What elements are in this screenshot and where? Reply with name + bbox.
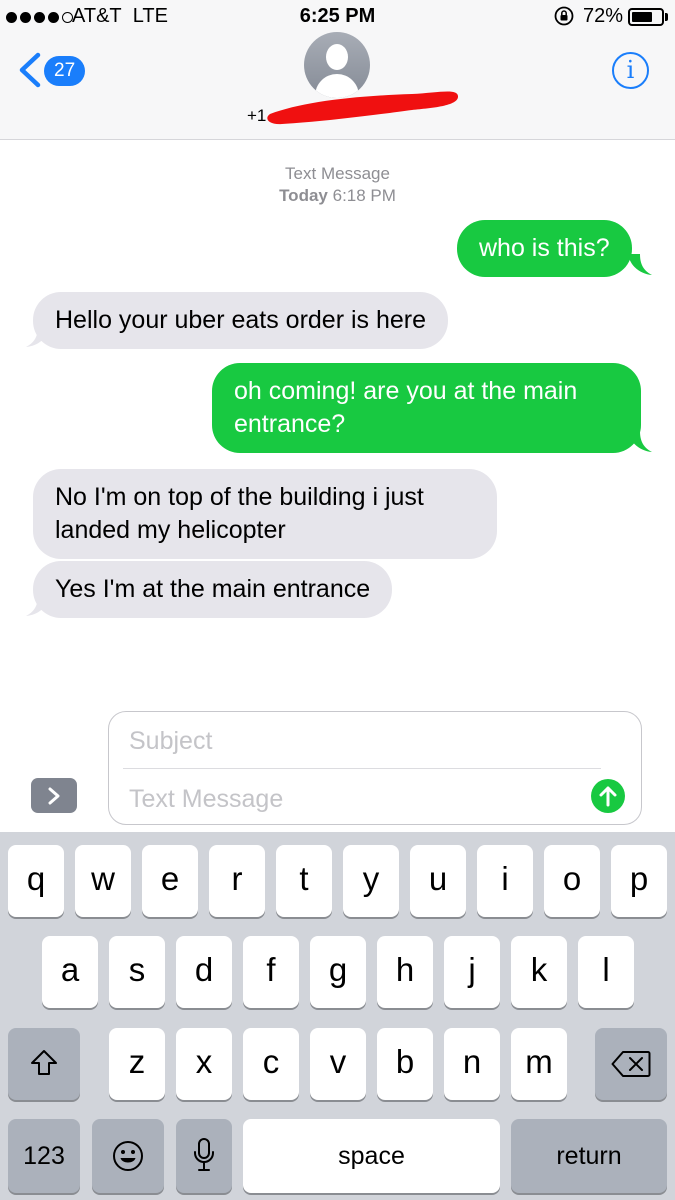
key-m[interactable]: m [511,1028,567,1100]
send-arrow-icon[interactable] [591,779,625,813]
key-y[interactable]: y [343,845,399,917]
compose-box: Subject Text Message [108,711,642,825]
expand-chevron-icon[interactable] [31,778,77,813]
key-x[interactable]: x [176,1028,232,1100]
keyboard: q w e r t y u i o p a s d f g h j k l z … [0,832,675,1200]
numbers-key[interactable]: 123 [8,1119,80,1193]
battery-percent: 72% [583,5,624,27]
key-d[interactable]: d [176,936,232,1008]
conversation-service-label: Text Message [285,164,390,183]
key-t[interactable]: t [276,845,332,917]
subject-input[interactable]: Subject [129,724,599,758]
emoji-icon [113,1141,143,1171]
shift-key[interactable] [8,1028,80,1100]
key-r[interactable]: r [209,845,265,917]
info-icon[interactable]: i [612,52,649,89]
key-c[interactable]: c [243,1028,299,1100]
key-g[interactable]: g [310,936,366,1008]
microphone-icon [194,1138,214,1171]
compose-divider [123,768,601,769]
key-v[interactable]: v [310,1028,366,1100]
message-bubble-sent[interactable]: who is this? [457,220,632,277]
backspace-key[interactable] [595,1028,667,1100]
key-j[interactable]: j [444,936,500,1008]
message-bubble-received[interactable]: No I'm on top of the building i just lan… [33,469,497,559]
bubble-tail [628,254,652,275]
key-p[interactable]: p [611,845,667,917]
bubble-tail [628,431,652,452]
key-o[interactable]: o [544,845,600,917]
key-i[interactable]: i [477,845,533,917]
key-l[interactable]: l [578,936,634,1008]
back-chevron-icon[interactable] [16,52,42,88]
shift-icon [31,1050,57,1075]
key-b[interactable]: b [377,1028,433,1100]
message-bubble-received[interactable]: Yes I'm at the main entrance [33,561,393,618]
key-q[interactable]: q [8,845,64,917]
conversation-header: AT&T LTE 6:25 PM 72% 27 +1 i [0,0,675,140]
key-s[interactable]: s [109,936,165,1008]
backspace-icon [611,1051,651,1077]
space-key[interactable]: space [243,1119,500,1193]
key-z[interactable]: z [109,1028,165,1100]
message-bubble-sent[interactable]: oh coming! are you at the main entrance? [212,363,641,453]
key-f[interactable]: f [243,936,299,1008]
return-key[interactable]: return [511,1119,667,1193]
message-bubble-received[interactable]: Hello your uber eats order is here [33,292,449,349]
rotation-lock-icon [554,6,574,26]
key-e[interactable]: e [142,845,198,917]
key-w[interactable]: w [75,845,131,917]
emoji-key[interactable] [92,1119,164,1193]
message-input[interactable]: Text Message [129,782,569,816]
key-k[interactable]: k [511,936,567,1008]
bubble-tail [26,326,50,347]
key-h[interactable]: h [377,936,433,1008]
bubble-tail [26,595,50,616]
microphone-key[interactable] [176,1119,232,1193]
key-a[interactable]: a [42,936,98,1008]
key-u[interactable]: u [410,845,466,917]
battery-icon [628,8,664,26]
conversation-timestamp: Today 6:18 PM [279,186,396,205]
status-bar: AT&T LTE 6:25 PM 72% [0,0,675,36]
redaction-mark [267,91,459,125]
back-unread-count[interactable]: 27 [44,56,86,86]
key-n[interactable]: n [444,1028,500,1100]
